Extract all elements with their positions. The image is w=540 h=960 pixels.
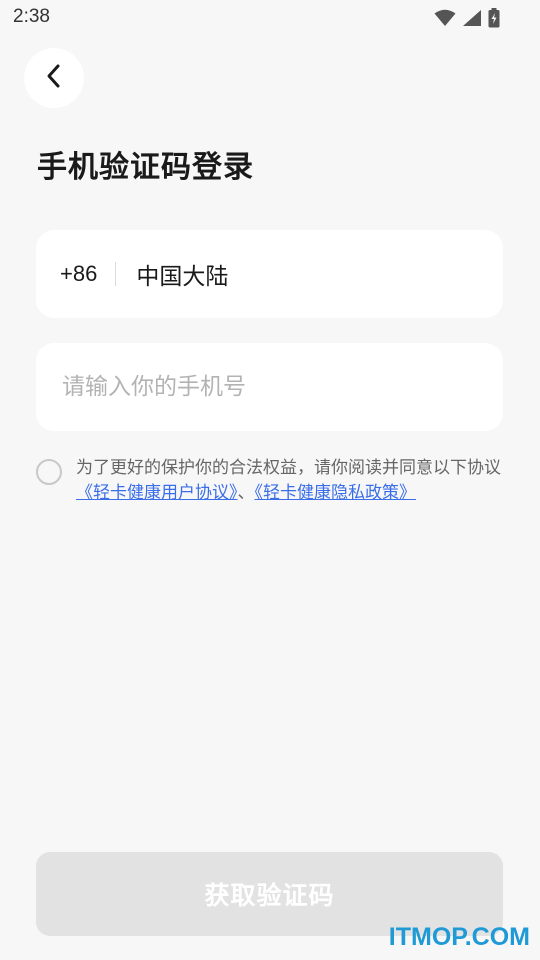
region-divider [115, 262, 117, 286]
battery-icon [488, 8, 500, 28]
chevron-left-icon [45, 63, 63, 93]
region-selector[interactable]: +86 中国大陆 [36, 230, 503, 318]
agreement-separator: 、 [237, 483, 255, 503]
signal-icon [462, 9, 482, 27]
status-icons [434, 8, 500, 28]
page-title: 手机验证码登录 [37, 150, 254, 185]
privacy-policy-link[interactable]: 《轻卡健康隐私政策》 [255, 483, 417, 503]
agreement-intro: 为了更好的保护你的合法权益，请你阅读并同意以下协议 [76, 458, 501, 478]
status-time: 2:38 [13, 6, 50, 27]
login-screen: 2:38 手机验证码登录 +86 中国大陆 请输入你的手机号 为了更好的保护你的… [0, 0, 540, 960]
country-code: +86 [60, 261, 98, 286]
agree-checkbox[interactable] [36, 459, 62, 485]
region-name: 中国大陆 [136, 264, 229, 290]
watermark: ITMOP.COM [388, 923, 530, 951]
user-agreement-link[interactable]: 《轻卡健康用户协议》 [76, 483, 238, 503]
phone-field [36, 343, 503, 431]
phone-input[interactable] [60, 373, 484, 401]
back-button[interactable] [24, 48, 84, 108]
wifi-icon [434, 9, 456, 27]
status-bar: 2:38 [0, 0, 540, 36]
agreement-text: 为了更好的保护你的合法权益，请你阅读并同意以下协议《轻卡健康用户协议》、《轻卡健… [76, 456, 506, 506]
